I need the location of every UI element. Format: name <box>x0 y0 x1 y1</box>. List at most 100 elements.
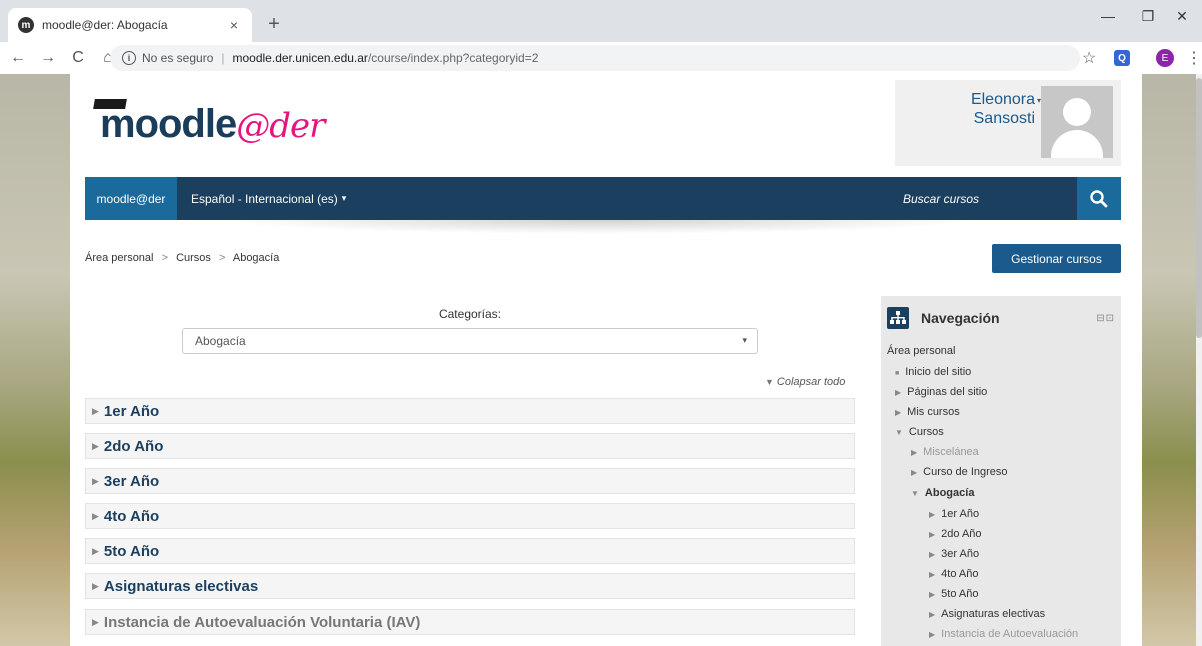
expand-arrow-icon: ▶ <box>92 475 99 486</box>
tree-collapse-icon: ▼ <box>911 489 919 498</box>
collapse-icon: ▼ <box>765 377 774 387</box>
nav-tree-label: 3er Año <box>941 548 980 560</box>
nav-tree-label: Asignaturas electivas <box>941 608 1046 620</box>
nav-tree-item[interactable]: ▶ 2do Año <box>929 528 982 540</box>
category-row[interactable]: ▶ 2do Año <box>85 433 855 459</box>
category-row[interactable]: ▶ Instancia de Autoevaluación Voluntaria … <box>85 609 855 635</box>
page-content: moodle@der Eleonora Sansosti ▾ moodle@de… <box>70 74 1142 646</box>
language-caret-icon: ▾ <box>341 193 347 203</box>
nav-tree-item[interactable]: ▶ 5to Año <box>929 588 978 600</box>
nav-home-link[interactable]: moodle@der <box>85 177 177 220</box>
search-button[interactable] <box>1077 177 1121 220</box>
browser-toolbar: ← → C ⌂ i No es seguro | moodle.der.unic… <box>0 42 1202 74</box>
nav-tree-item[interactable]: ▶ 4to Año <box>929 568 978 580</box>
manage-courses-button[interactable]: Gestionar cursos <box>992 244 1121 273</box>
nav-tree-item[interactable]: ▼ Cursos <box>895 426 944 438</box>
expand-arrow-icon: ▶ <box>92 545 99 556</box>
back-icon[interactable]: ← <box>6 49 30 67</box>
minimize-button[interactable]: — <box>1088 8 1128 24</box>
avatar-body <box>1051 130 1103 158</box>
nav-tree-item[interactable]: ■ Inicio del sitio <box>895 366 971 378</box>
nav-tree-label: Cursos <box>908 426 944 438</box>
nav-tree-item[interactable]: ▶ Curso de Ingreso <box>911 466 1008 478</box>
categories-label: Categorías: <box>438 307 502 321</box>
nav-tree-item[interactable]: ▶ Páginas del sitio <box>895 386 987 398</box>
tree-expand-icon: ▶ <box>895 388 902 397</box>
tab-close-icon[interactable]: × <box>226 17 242 33</box>
bullet-icon: ■ <box>895 370 900 377</box>
extension-icon[interactable]: Q <box>1114 50 1130 66</box>
expand-arrow-icon: ▶ <box>92 440 99 451</box>
new-tab-button[interactable]: + <box>262 12 286 36</box>
page-scrollbar-thumb[interactable] <box>1196 78 1202 338</box>
category-row[interactable]: ▶ 3er Año <box>85 468 855 494</box>
category-row-label: 3er Año <box>103 472 160 490</box>
navbar-shadow <box>220 220 980 234</box>
logo-main: moodle <box>100 102 237 146</box>
breadcrumb-item[interactable]: Área personal <box>85 252 154 264</box>
nav-tree-label: 5to Año <box>941 588 979 600</box>
profile-avatar[interactable]: E <box>1156 49 1174 67</box>
browser-tab[interactable]: m moodle@der: Abogacía × <box>8 8 252 42</box>
tree-expand-icon: ▶ <box>929 610 936 619</box>
nav-tree-label: Abogacía <box>924 487 975 499</box>
user-last-name: Sansosti <box>973 110 1035 127</box>
breadcrumb-item[interactable]: Cursos <box>176 252 211 264</box>
nav-tree-item[interactable]: ▶ Miscelánea <box>911 446 979 458</box>
collapse-all-link[interactable]: ▼ Colapsar todo <box>765 376 845 388</box>
language-menu[interactable]: Español - Internacional (es) ▾ <box>191 177 346 220</box>
category-row[interactable]: ▶ Asignaturas electivas <box>85 573 855 599</box>
tree-expand-icon: ▶ <box>929 630 936 639</box>
close-window-button[interactable]: ✕ <box>1162 8 1202 25</box>
forward-icon[interactable]: → <box>36 49 60 67</box>
nav-tree-item[interactable]: ▶ Instancia de Autoevaluación <box>929 628 1078 640</box>
nav-tree-root[interactable]: Área personal <box>887 345 956 357</box>
security-label: No es seguro <box>142 51 214 65</box>
tree-expand-icon: ▶ <box>929 590 936 599</box>
site-logo[interactable]: moodle@der <box>100 102 325 147</box>
address-bar[interactable]: i No es seguro | moodle.der.unicen.edu.a… <box>110 45 1080 71</box>
logo-suffix: @der <box>236 106 325 146</box>
browser-menu-icon[interactable]: ⋮ <box>1186 48 1202 68</box>
select-arrow-icon: ▾ <box>742 335 747 345</box>
category-row[interactable]: ▶ 1er Año <box>85 398 855 424</box>
block-controls-icon[interactable]: ⊟⊡ <box>1096 313 1115 324</box>
avatar[interactable] <box>1041 86 1113 158</box>
collapse-all-label: Colapsar todo <box>776 376 846 388</box>
tree-expand-icon: ▶ <box>929 530 936 539</box>
category-row-label: Instancia de Autoevaluación Voluntaria (… <box>103 613 421 631</box>
tree-expand-icon: ▶ <box>929 550 936 559</box>
avatar-head <box>1063 98 1091 126</box>
nav-tree-item[interactable]: ▶ Mis cursos <box>895 406 960 418</box>
search-icon <box>1090 189 1108 207</box>
navigation-block-title: Navegación <box>921 310 1000 326</box>
category-select[interactable]: Abogacía ▾ <box>182 328 758 354</box>
user-name[interactable]: Eleonora Sansosti <box>925 90 1035 128</box>
url-host: moodle.der.unicen.edu.ar <box>232 51 368 65</box>
navigation-block-header: Navegación ⊟⊡ <box>887 304 1115 332</box>
browser-tab-bar: m moodle@der: Abogacía × + — ❐ ✕ <box>0 0 1202 42</box>
nav-tree-label: Inicio del sitio <box>905 366 972 378</box>
nav-tree-label: Instancia de Autoevaluación <box>941 628 1079 640</box>
course-search-input[interactable]: Buscar cursos <box>895 177 1077 220</box>
moodle-favicon-icon: m <box>18 17 34 33</box>
nav-tree-item[interactable]: ▶ Asignaturas electivas <box>929 608 1045 620</box>
info-icon[interactable]: i <box>122 51 136 65</box>
nav-tree-label: Miscelánea <box>923 446 979 458</box>
user-menu[interactable]: Eleonora Sansosti ▾ <box>895 80 1121 166</box>
category-row[interactable]: ▶ 4to Año <box>85 503 855 529</box>
category-row[interactable]: ▶ 5to Año <box>85 538 855 564</box>
nav-tree-label: 2do Año <box>941 528 982 540</box>
nav-tree-label: 1er Año <box>941 508 980 520</box>
nav-tree-item[interactable]: ▶ 3er Año <box>929 548 979 560</box>
expand-arrow-icon: ▶ <box>92 510 99 521</box>
tab-title: moodle@der: Abogacía <box>42 18 168 32</box>
nav-tree-item-active[interactable]: ▼ Abogacía <box>911 487 974 499</box>
expand-arrow-icon: ▶ <box>92 405 99 416</box>
bookmark-star-icon[interactable]: ☆ <box>1082 48 1096 68</box>
breadcrumb-item[interactable]: Abogacía <box>233 252 279 264</box>
nav-tree-item[interactable]: ▶ 1er Año <box>929 508 979 520</box>
reload-icon[interactable]: C <box>66 49 90 67</box>
tree-expand-icon: ▶ <box>929 570 936 579</box>
nav-tree-label: Mis cursos <box>907 406 960 418</box>
